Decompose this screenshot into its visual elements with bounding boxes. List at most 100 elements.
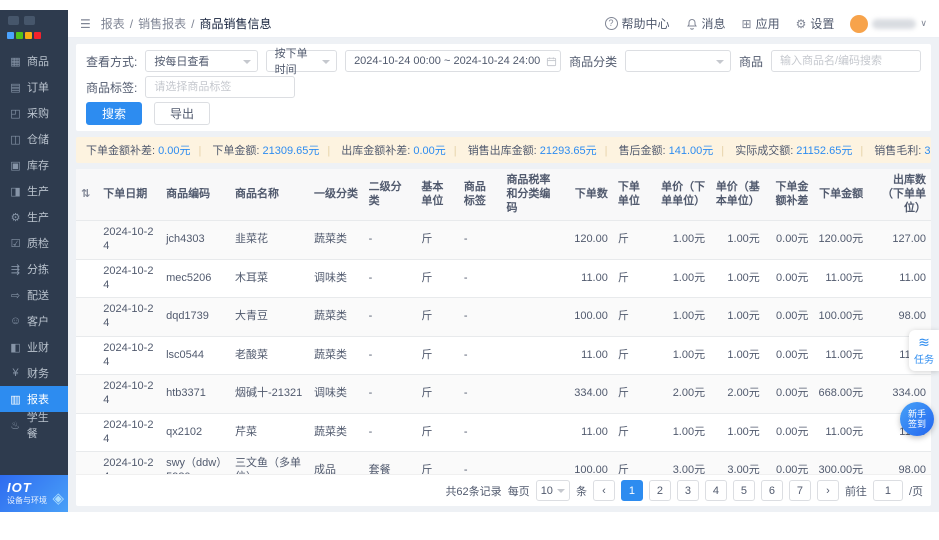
row-expand-cell[interactable]: [76, 259, 98, 298]
column-header[interactable]: 二级分类: [364, 169, 417, 221]
row-expand-cell[interactable]: [76, 336, 98, 375]
next-page-button[interactable]: ›: [817, 480, 839, 501]
search-button[interactable]: 搜索: [86, 102, 142, 125]
messages-button[interactable]: 消息: [686, 15, 726, 32]
cell-price-base-unit: 2.00元: [710, 375, 765, 414]
sidebar-item-icon: ▣: [9, 159, 22, 172]
cell-outbound-qty: 127.00: [868, 221, 931, 260]
cell-price-order-unit: 3.00元: [655, 452, 710, 474]
apps-button[interactable]: ⊞ 应用: [742, 15, 780, 32]
sidebar-item-icon: ⚙: [9, 211, 22, 224]
cell-price-base-unit: 1.00元: [710, 413, 765, 452]
page-number-button[interactable]: 1: [621, 480, 643, 501]
column-header[interactable]: 下单单位: [613, 169, 656, 221]
row-expand-cell[interactable]: [76, 413, 98, 452]
column-header[interactable]: 商品名称: [230, 169, 309, 221]
page-number-button[interactable]: 3: [677, 480, 699, 501]
collapse-menu-icon[interactable]: ☰: [80, 17, 91, 31]
sidebar-item[interactable]: ♨ 学生餐: [0, 412, 68, 438]
sidebar-item[interactable]: ⚙ 生产: [0, 204, 68, 230]
column-header[interactable]: 出库数（下单单位）: [868, 169, 931, 221]
user-menu[interactable]: ∨: [850, 15, 927, 33]
cell-outbound-qty: 98.00: [868, 452, 931, 474]
expand-all-header[interactable]: ⇅: [76, 169, 98, 221]
column-header[interactable]: 商品标签: [459, 169, 502, 221]
column-header[interactable]: 基本单位: [416, 169, 459, 221]
table-scroll-area[interactable]: ⇅ 下单日期 商品编码 商品名称 一级分类: [76, 169, 931, 474]
task-float-button[interactable]: ≋ 任务: [909, 330, 939, 371]
sidebar-item[interactable]: ◨ 生产: [0, 178, 68, 204]
column-header[interactable]: 下单金额: [813, 169, 868, 221]
tag-select-input[interactable]: [145, 76, 295, 98]
cell-order-qty: 334.00: [566, 375, 613, 414]
sidebar-item[interactable]: ☑ 质检: [0, 230, 68, 256]
column-header[interactable]: 下单数: [566, 169, 613, 221]
table-row[interactable]: 2024-10-24 swy（ddw）5980 三文鱼（多单位） 成品 套餐 斤…: [76, 452, 931, 474]
sidebar-item[interactable]: ▤ 订单: [0, 74, 68, 100]
table-row[interactable]: 2024-10-24 mec5206 木耳菜 调味类 - 斤 - 11.00: [76, 259, 931, 298]
page-number-button[interactable]: 5: [733, 480, 755, 501]
column-header[interactable]: 商品编码: [161, 169, 230, 221]
export-button[interactable]: 导出: [154, 102, 210, 125]
table-row[interactable]: 2024-10-24 htb3371 烟碱十-21321 调味类 - 斤 - 3…: [76, 375, 931, 414]
sidebar-item[interactable]: ▦ 商品: [0, 48, 68, 74]
per-page-select[interactable]: 10: [536, 480, 570, 501]
app-window: ▦ 商品 ▤ 订单 ◰ 采购 ◫ 仓储: [0, 10, 939, 512]
time-type-select[interactable]: 按下单时间: [266, 50, 337, 72]
date-range-picker[interactable]: 2024-10-24 00:00 ~ 2024-10-24 24:00: [345, 50, 561, 72]
filter-row-1: 查看方式: 按每日查看 按下单时间 2024-10-24 00:00 ~ 202…: [86, 50, 921, 72]
breadcrumb-item[interactable]: 销售报表/: [138, 15, 194, 32]
row-expand-cell[interactable]: [76, 221, 98, 260]
sidebar-item[interactable]: ◫ 仓储: [0, 126, 68, 152]
page-buttons: 1 2 3 4 5 6 7: [621, 480, 811, 501]
sidebar-item[interactable]: ⇶ 分拣: [0, 256, 68, 282]
sidebar-item-icon: ◨: [9, 185, 22, 198]
sidebar-item[interactable]: ¥ 财务: [0, 360, 68, 386]
page-number-button[interactable]: 4: [705, 480, 727, 501]
column-header[interactable]: 单价（下单单位）: [655, 169, 710, 221]
sidebar-item-icon: ⇨: [9, 289, 22, 302]
cell-base-unit: 斤: [416, 259, 459, 298]
cell-order-qty: 100.00: [566, 452, 613, 474]
category-select[interactable]: [625, 50, 731, 72]
settings-button[interactable]: ⚙ 设置: [796, 15, 835, 32]
column-header[interactable]: 单价（基本单位）: [710, 169, 765, 221]
cell-category2: -: [364, 259, 417, 298]
cell-amount-diff: 0.00元: [765, 452, 814, 474]
help-center-button[interactable]: ? 帮助中心: [605, 15, 670, 32]
iot-footer[interactable]: IOT 设备与环境 ◈: [0, 475, 68, 512]
view-mode-select[interactable]: 按每日查看: [145, 50, 257, 72]
goto-page-input[interactable]: [873, 480, 903, 501]
column-header[interactable]: 一级分类: [309, 169, 364, 221]
table-row[interactable]: 2024-10-24 jch4303 韭菜花 蔬菜类 - 斤 - 120.00: [76, 221, 931, 260]
goods-search-input[interactable]: [771, 50, 921, 72]
table-row[interactable]: 2024-10-24 dqd1739 大青豆 蔬菜类 - 斤 - 100.00: [76, 298, 931, 337]
breadcrumb-item[interactable]: 商品销售信息/: [199, 15, 271, 32]
sidebar-item[interactable]: ⇨ 配送: [0, 282, 68, 308]
page-number-button[interactable]: 6: [761, 480, 783, 501]
cell-category1: 蔬菜类: [309, 298, 364, 337]
logo-square: [7, 32, 14, 39]
column-header[interactable]: 商品税率和分类编码: [501, 169, 566, 221]
sidebar-item[interactable]: ☺ 客户: [0, 308, 68, 334]
sidebar-item[interactable]: ◧ 业财: [0, 334, 68, 360]
sidebar-item[interactable]: ▣ 库存: [0, 152, 68, 178]
row-expand-cell[interactable]: [76, 452, 98, 474]
prev-page-button[interactable]: ‹: [593, 480, 615, 501]
table-row[interactable]: 2024-10-24 qx2102 芹菜 蔬菜类 - 斤 - 11.00: [76, 413, 931, 452]
page-number-button[interactable]: 2: [649, 480, 671, 501]
table-row[interactable]: 2024-10-24 lsc0544 老酸菜 蔬菜类 - 斤 - 11.00: [76, 336, 931, 375]
signin-float-button[interactable]: 新手 签到: [900, 402, 934, 436]
row-expand-cell[interactable]: [76, 375, 98, 414]
signin-line2: 签到: [908, 419, 926, 429]
sidebar-item[interactable]: ◰ 采购: [0, 100, 68, 126]
row-expand-cell[interactable]: [76, 298, 98, 337]
cell-order-qty: 120.00: [566, 221, 613, 260]
page-number-button[interactable]: 7: [789, 480, 811, 501]
bell-icon: [686, 18, 698, 30]
cell-order-amount: 11.00元: [813, 259, 868, 298]
column-header[interactable]: 下单金额补差: [765, 169, 814, 221]
breadcrumb-item[interactable]: 报表/: [101, 15, 133, 32]
summary-item: 实际成交额:21152.65元: [713, 142, 852, 158]
column-header[interactable]: 下单日期: [98, 169, 161, 221]
